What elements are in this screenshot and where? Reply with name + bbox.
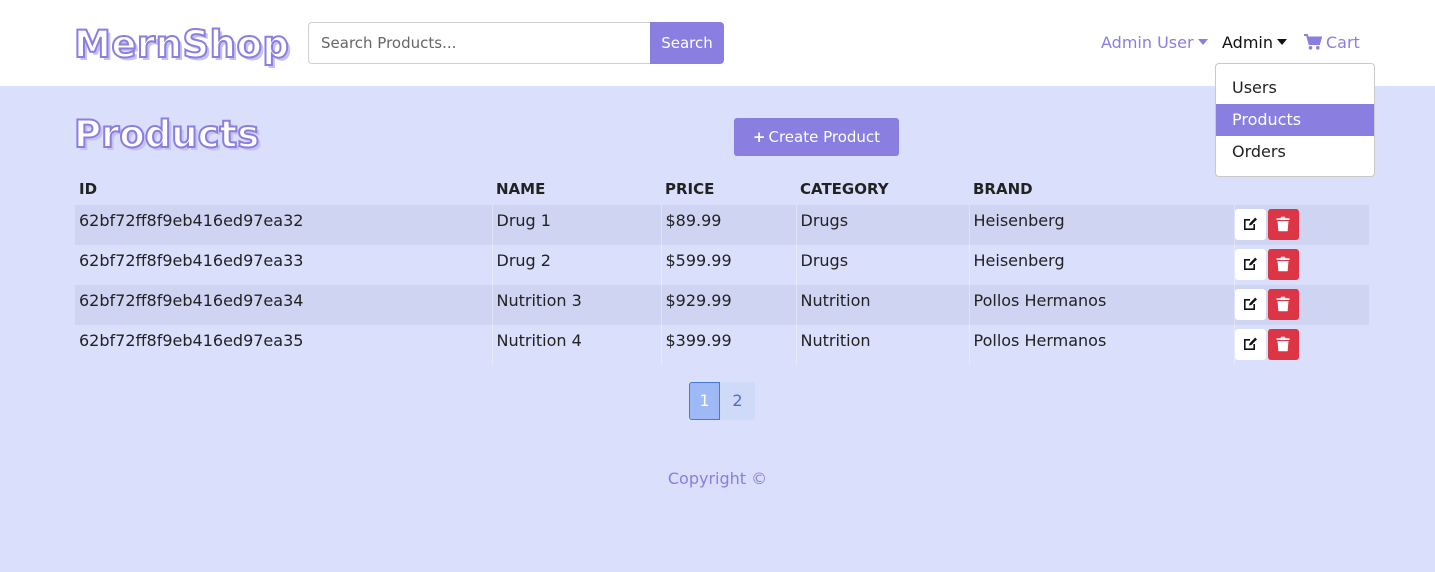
table-header-row: ID NAME PRICE CATEGORY BRAND (75, 172, 1369, 205)
edit-button[interactable] (1234, 329, 1266, 360)
product-name-cell: Drug 2 (492, 245, 662, 285)
admin-menu-label: Admin (1222, 33, 1273, 52)
search-input[interactable] (308, 22, 650, 64)
user-menu-label: Admin User (1101, 33, 1194, 52)
user-menu-toggle[interactable]: Admin User (1101, 31, 1208, 55)
brand-logo[interactable]: MernShop (73, 22, 290, 68)
caret-down-icon (1277, 39, 1287, 45)
product-category-cell: Drugs (796, 205, 970, 245)
search-button[interactable]: Search (650, 22, 724, 64)
product-brand-cell: Heisenberg (969, 205, 1235, 245)
header-price: PRICE (665, 179, 715, 198)
product-price-cell: $399.99 (661, 325, 797, 365)
header-name: NAME (496, 179, 546, 198)
edit-icon (1242, 297, 1258, 316)
row-actions (1234, 325, 1369, 365)
admin-dropdown-menu: Users Products Orders (1215, 63, 1375, 177)
product-price-cell: $929.99 (661, 285, 797, 325)
dropdown-item-orders[interactable]: Orders (1216, 136, 1374, 168)
shopping-cart-icon (1304, 34, 1322, 50)
product-price-cell: $599.99 (661, 245, 797, 285)
delete-button[interactable] (1267, 289, 1299, 320)
cart-label: Cart (1326, 33, 1360, 52)
products-table: ID NAME PRICE CATEGORY BRAND 62bf72ff8f9… (75, 172, 1369, 365)
dropdown-item-users[interactable]: Users (1216, 72, 1374, 104)
product-brand-cell: Pollos Hermanos (969, 285, 1235, 325)
trash-icon (1276, 336, 1290, 356)
table-row: 62bf72ff8f9eb416ed97ea33 Drug 2 $599.99 Dru… (75, 245, 1369, 285)
row-actions (1234, 285, 1369, 325)
product-id-cell: 62bf72ff8f9eb416ed97ea35 (75, 325, 493, 365)
page-title: Products (73, 112, 260, 157)
edit-button[interactable] (1234, 249, 1266, 280)
table-row: 62bf72ff8f9eb416ed97ea35 Nutrition 4 $399.… (75, 325, 1369, 365)
create-product-button[interactable]: + Create Product (734, 118, 899, 156)
product-name-cell: Drug 1 (492, 205, 662, 245)
product-price-cell: $89.99 (661, 205, 797, 245)
dropdown-item-products[interactable]: Products (1216, 104, 1374, 136)
product-category-cell: Nutrition (796, 325, 970, 365)
product-name-cell: Nutrition 4 (492, 325, 662, 365)
edit-icon (1242, 217, 1258, 236)
delete-button[interactable] (1267, 209, 1299, 240)
product-name-cell: Nutrition 3 (492, 285, 662, 325)
row-actions (1234, 245, 1369, 285)
page-link-2[interactable]: 2 (720, 382, 755, 420)
edit-icon (1242, 337, 1258, 356)
footer-copyright: Copyright © (667, 469, 768, 488)
edit-button[interactable] (1234, 209, 1266, 240)
admin-menu-toggle[interactable]: Admin (1222, 31, 1287, 55)
table-row: 62bf72ff8f9eb416ed97ea34 Nutrition 3 $929.… (75, 285, 1369, 325)
product-category-cell: Nutrition (796, 285, 970, 325)
header-id: ID (79, 179, 98, 198)
product-brand-cell: Pollos Hermanos (969, 325, 1235, 365)
plus-icon: + (752, 128, 766, 146)
trash-icon (1276, 296, 1290, 316)
cart-link[interactable]: Cart (1304, 31, 1360, 55)
caret-down-icon (1197, 39, 1208, 45)
product-id-cell: 62bf72ff8f9eb416ed97ea33 (75, 245, 493, 285)
pagination: 1 2 (689, 382, 755, 420)
edit-icon (1242, 257, 1258, 276)
delete-button[interactable] (1267, 249, 1299, 280)
edit-button[interactable] (1234, 289, 1266, 320)
header-brand: BRAND (973, 179, 1033, 198)
product-brand-cell: Heisenberg (969, 245, 1235, 285)
table-row: 62bf72ff8f9eb416ed97ea32 Drug 1 $89.99 Drug… (75, 205, 1369, 245)
product-id-cell: 62bf72ff8f9eb416ed97ea34 (75, 285, 493, 325)
search-form: Search (308, 22, 724, 64)
product-id-cell: 62bf72ff8f9eb416ed97ea32 (75, 205, 493, 245)
product-category-cell: Drugs (796, 245, 970, 285)
header-category: CATEGORY (800, 179, 889, 198)
row-actions (1234, 205, 1369, 245)
create-product-label: Create Product (768, 128, 881, 146)
trash-icon (1276, 256, 1290, 276)
trash-icon (1276, 216, 1290, 236)
delete-button[interactable] (1267, 329, 1299, 360)
page-link-1[interactable]: 1 (689, 382, 720, 420)
